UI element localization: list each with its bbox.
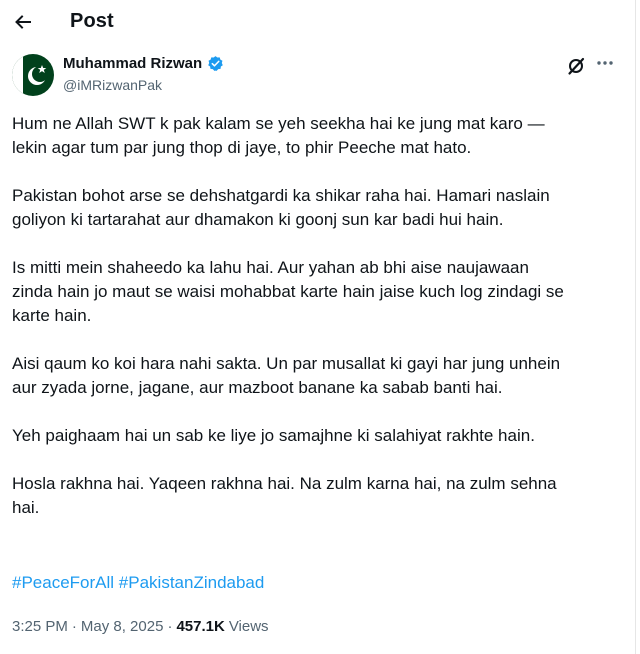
avatar[interactable] [12,54,54,96]
post-paragraph: Hum ne Allah SWT k pak kalam se yeh seek… [12,114,545,157]
post-page: Post Muhammad Rizwan @iMRizwanPak Hum ne… [0,0,636,654]
back-button[interactable] [8,7,38,37]
page-title: Post [70,10,114,32]
post-paragraph: Yeh paighaam hai un sab ke liye jo samaj… [12,426,535,445]
post-date[interactable]: May 8, 2025 [81,618,164,635]
author-name-text: Muhammad Rizwan [63,55,203,72]
post-time[interactable]: 3:25 PM [12,618,68,635]
views-count: 457.1K [176,618,225,635]
more-horizontal-icon [597,61,613,65]
post-paragraph: Hosla rakhna hai. Yaqeen rakhna hai. Na … [12,474,557,517]
author-handle[interactable]: @iMRizwanPak [63,77,162,93]
meta-separator: · [71,618,77,635]
hashtag-link[interactable]: #PakistanZindabad [119,573,265,592]
hashtag-line: #PeaceForAll #PakistanZindabad [12,571,264,595]
meta-separator: · [167,618,173,635]
arrow-left-icon [15,15,31,29]
grok-icon [568,57,585,75]
post-paragraph: Pakistan bohot arse se dehshatgardi ka s… [12,186,550,229]
grok-button[interactable] [566,56,586,76]
more-options-button[interactable] [595,53,615,73]
top-bar: Post [0,0,636,44]
post-metadata: 3:25 PM · May 8, 2025 · 457.1K Views [12,618,269,635]
author-name[interactable]: Muhammad Rizwan [63,55,224,72]
post-text: Hum ne Allah SWT k pak kalam se yeh seek… [12,112,624,544]
pakistan-flag-avatar-icon [12,54,54,96]
post-paragraph: Is mitti mein shaheedo ka lahu hai. Aur … [12,258,564,325]
post-paragraph: Aisi qaum ko koi hara nahi sakta. Un par… [12,354,561,397]
hashtag-link[interactable]: #PeaceForAll [12,573,114,592]
views-label: Views [228,618,269,635]
verified-badge-icon [208,56,223,71]
